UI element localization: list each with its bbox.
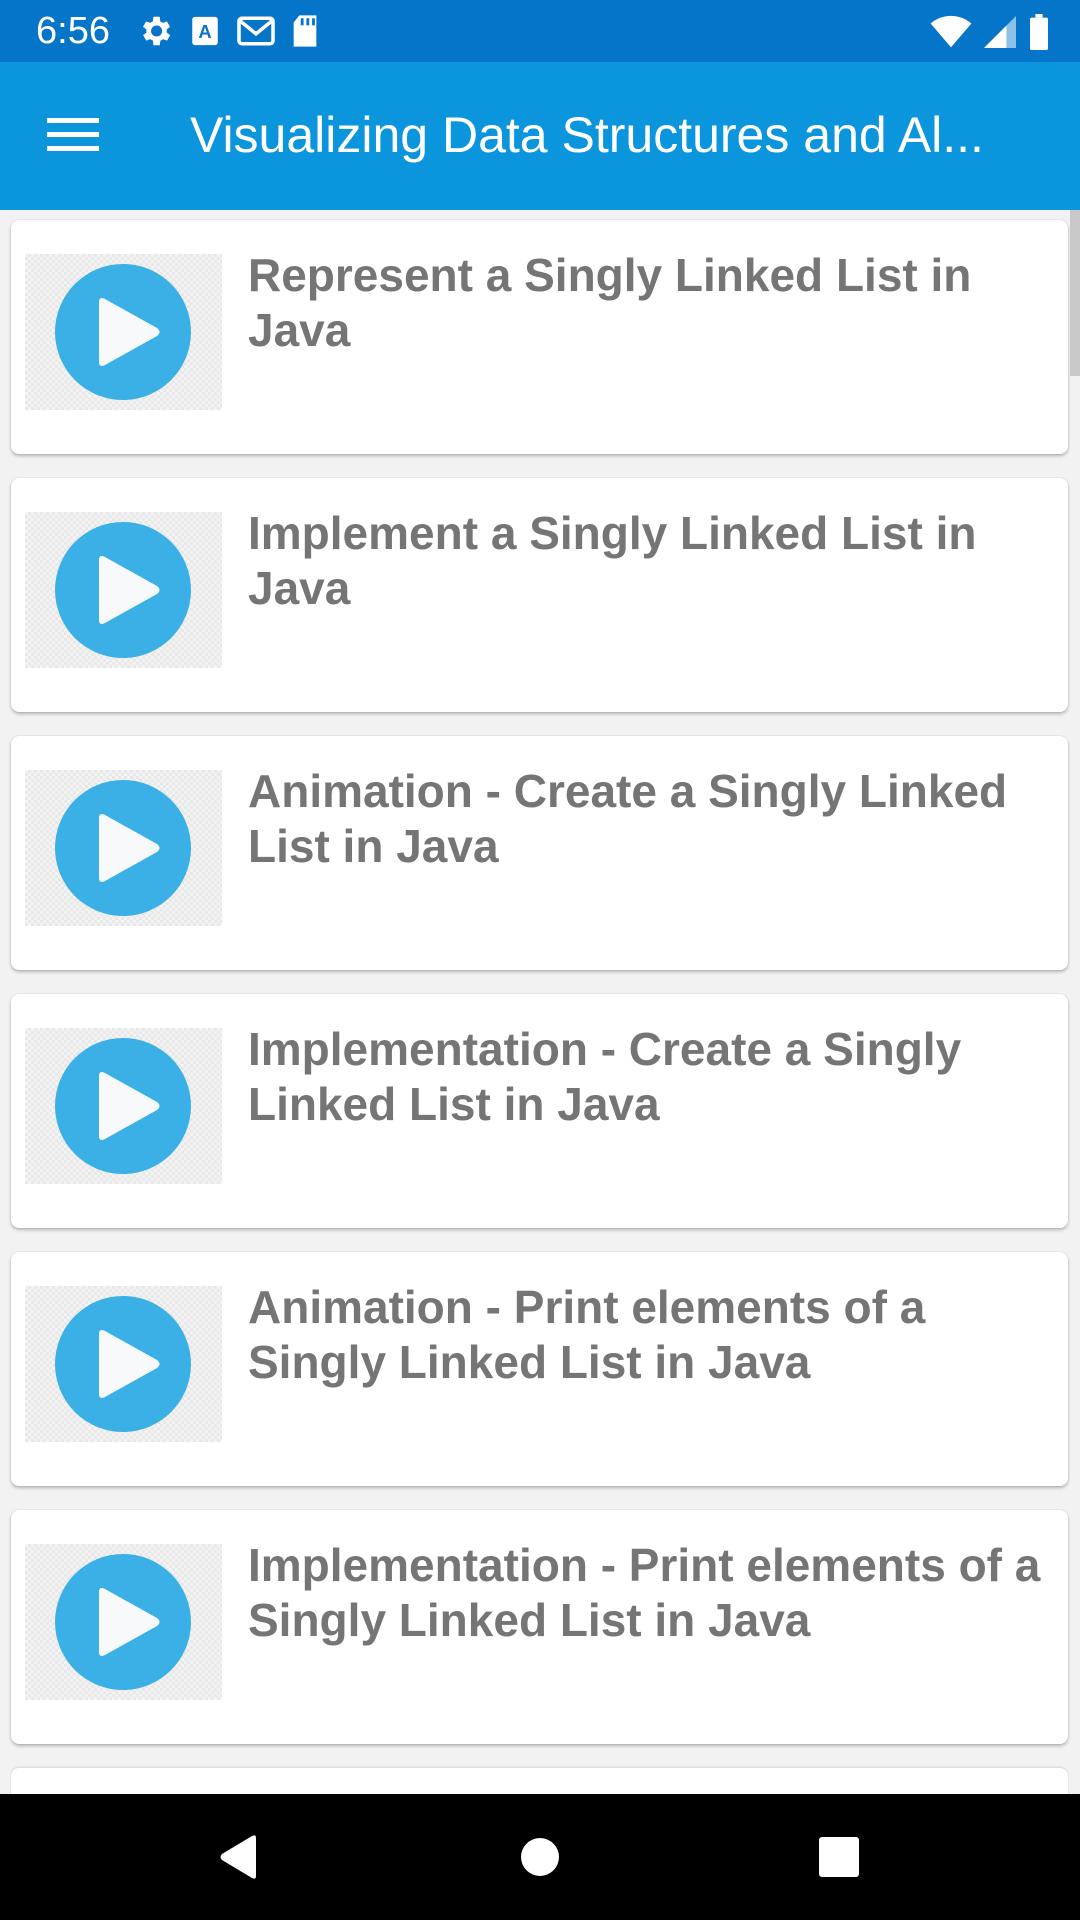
video-list[interactable]: Represent a Singly Linked List in Java I… [0,210,1080,1794]
video-title: Implement a Singly Linked List in Java [248,507,977,614]
screen: 6:56 A Visualizing Data Structures and A… [0,0,1080,1920]
menu-button[interactable] [36,102,110,168]
video-card[interactable]: Implement a Singly Linked List in Java [11,478,1068,712]
sd-card-icon [290,14,320,53]
video-card[interactable]: Animation - Print elements of a Singly L… [11,1252,1068,1486]
play-icon [55,1554,191,1690]
video-thumbnail[interactable] [25,512,222,668]
play-icon [55,780,191,916]
play-icon [55,522,191,658]
video-card[interactable]: Represent a Singly Linked List in Java [11,220,1068,454]
video-card[interactable]: Implementation - Create a Singly Linked … [11,994,1068,1228]
wifi-icon [930,15,972,54]
gmail-icon [236,14,276,53]
notification-icons: A [136,12,320,55]
video-thumbnail[interactable] [25,1286,222,1442]
system-icons [930,14,1050,55]
video-thumbnail[interactable] [25,770,222,926]
video-card-partial[interactable] [11,1768,1068,1794]
play-icon [55,264,191,400]
video-card[interactable]: Implementation - Print elements of a Sin… [11,1510,1068,1744]
home-button[interactable] [500,1822,580,1892]
video-title: Represent a Singly Linked List in Java [248,249,972,356]
recents-square-icon [819,1837,859,1877]
app-title: Visualizing Data Structures and Al... [190,108,984,163]
status-bar: 6:56 A [0,0,1080,62]
cellular-signal-icon [984,15,1016,54]
video-title: Implementation - Print elements of a Sin… [248,1539,1041,1646]
svg-text:A: A [198,21,211,42]
recents-button[interactable] [798,1822,878,1892]
back-button[interactable] [200,1822,280,1892]
hamburger-menu-icon [47,118,99,151]
video-title: Animation - Print elements of a Singly L… [248,1281,926,1388]
battery-icon [1028,14,1050,55]
app-bar: Visualizing Data Structures and Al... [0,62,1080,210]
home-circle-icon [521,1838,559,1876]
text-a-icon: A [188,14,222,53]
play-icon [55,1296,191,1432]
back-triangle-icon [220,1835,256,1879]
settings-icon [136,12,174,55]
play-icon [55,1038,191,1174]
scrollbar[interactable] [1070,210,1080,376]
video-card[interactable]: Animation - Create a Singly Linked List … [11,736,1068,970]
navigation-bar [0,1794,1080,1920]
status-time: 6:56 [36,10,110,52]
video-title: Animation - Create a Singly Linked List … [248,765,1008,872]
video-thumbnail[interactable] [25,1544,222,1700]
video-title: Implementation - Create a Singly Linked … [248,1023,962,1130]
video-thumbnail[interactable] [25,254,222,410]
video-thumbnail[interactable] [25,1028,222,1184]
